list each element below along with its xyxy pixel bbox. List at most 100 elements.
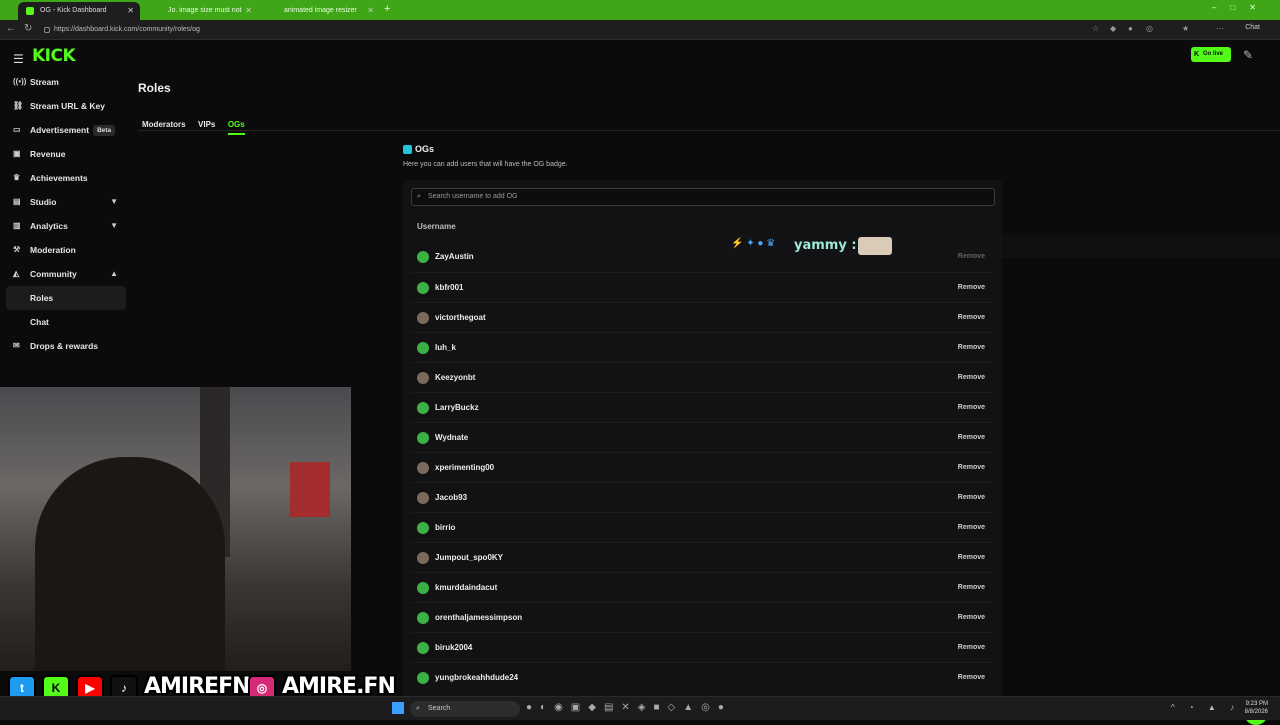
remove-button[interactable]: Remove	[958, 423, 985, 453]
table-row: yungbrokeahhdude24 Remove	[411, 662, 995, 692]
windows-start-icon[interactable]	[392, 702, 404, 714]
username: orenthaljamessimpson	[435, 613, 523, 622]
sidebar-item-analytics[interactable]: ▥ Analytics ▼	[6, 214, 126, 238]
hamburger-menu-icon[interactable]: ☰	[13, 52, 24, 66]
sidebar-item-stream-url-key[interactable]: ⛓ Stream URL & Key	[6, 94, 126, 118]
page-title: Roles	[138, 81, 171, 95]
sidebar-item-advertisement[interactable]: ▭ Advertisement Beta	[6, 118, 126, 142]
menu-icon[interactable]: ⋯	[1216, 24, 1224, 33]
sidebar-item-studio[interactable]: ▤ Studio ▼	[6, 190, 126, 214]
webcam-feed	[0, 387, 351, 671]
avatar	[417, 432, 429, 444]
broadcast-icon: ((•))	[13, 77, 27, 86]
system-tray-icons[interactable]: ^ ◔ ▲ ♪	[1171, 703, 1240, 712]
remove-button[interactable]: Remove	[958, 513, 985, 543]
username: luh_k	[435, 343, 456, 352]
tab-vips[interactable]: VIPs	[198, 118, 215, 135]
remove-button[interactable]: Remove	[958, 633, 985, 663]
avatar	[417, 342, 429, 354]
kick-logo[interactable]: KICK	[32, 46, 76, 66]
remove-button[interactable]: Remove	[958, 663, 985, 693]
search-icon: ⌕	[417, 193, 421, 200]
sidebar-item-drops-rewards[interactable]: ✉ Drops & rewards	[6, 334, 126, 358]
layout-icon: ▤	[13, 197, 21, 206]
chart-icon: ▥	[13, 221, 21, 230]
avatar	[417, 402, 429, 414]
table-row: Jumpout_spo0KY Remove	[411, 542, 995, 572]
remove-button[interactable]: Remove	[958, 273, 985, 303]
username: Jacob93	[435, 493, 468, 502]
table-row: luh_k Remove	[411, 332, 995, 362]
section-title: OGs	[403, 144, 434, 154]
close-icon[interactable]: ✕	[367, 2, 374, 20]
new-tab-icon[interactable]: +	[384, 3, 390, 15]
sidebar-item-roles[interactable]: Roles	[6, 286, 126, 310]
username: kmurddaindacut	[435, 583, 498, 592]
remove-button[interactable]: Remove	[958, 483, 985, 513]
og-badge-icon	[403, 145, 412, 154]
reload-icon[interactable]: ↻	[24, 23, 32, 34]
go-live-button[interactable]: Go live	[1191, 47, 1231, 62]
back-icon[interactable]: ←	[6, 23, 16, 34]
remove-button[interactable]: Remove	[958, 453, 985, 483]
avatar	[417, 672, 429, 684]
wallet-icon: ▣	[13, 149, 21, 158]
clock[interactable]: 9:23 PM 8/8/2026	[1245, 700, 1268, 716]
sidebar-item-moderation[interactable]: ⚒ Moderation	[6, 238, 126, 262]
remove-button[interactable]: Remove	[958, 603, 985, 633]
remove-button[interactable]: Remove	[958, 333, 985, 363]
remove-button[interactable]: Remove	[958, 573, 985, 603]
browser-tab-kick[interactable]: OG - Kick Dashboard ✕	[18, 2, 140, 20]
chevron-up-icon: ▲	[110, 269, 118, 278]
username: Wydnate	[435, 433, 469, 442]
table-row: xperimenting00 Remove	[411, 452, 995, 482]
taskbar-app-icons[interactable]: ●◐◉▣◆▤✕◈■◇▲◎●	[526, 702, 732, 713]
column-header-username: Username	[417, 222, 456, 231]
tab-ogs[interactable]: OGs	[227, 118, 245, 135]
table-row: orenthaljamessimpson Remove	[411, 602, 995, 632]
extension-icon[interactable]: ◎	[1146, 24, 1153, 33]
close-icon[interactable]: ✕	[127, 2, 134, 20]
table-row: Jacob93 Remove	[411, 482, 995, 512]
sidebar-item-chat[interactable]: Chat	[6, 310, 126, 334]
browser-tab-image-size[interactable]: Jo. image size must not exceed 5 ✕	[146, 2, 258, 32]
roles-tabs: Moderators VIPs OGs	[138, 114, 1280, 135]
extension-icon[interactable]: ●	[1128, 24, 1133, 33]
sidebar-item-stream[interactable]: ((•)) Stream	[6, 70, 126, 94]
bookmark-icon[interactable]: ☆	[1092, 24, 1099, 33]
address-bar-row: ← ↻ https://dashboard.kick.com/community…	[0, 20, 1280, 40]
url-field[interactable]: https://dashboard.kick.com/community/rol…	[40, 23, 1080, 37]
chevron-down-icon: ▼	[110, 197, 118, 206]
remove-button[interactable]: Remove	[958, 303, 985, 333]
sidebar-item-community[interactable]: ◭ Community ▲	[6, 262, 126, 286]
sidebar-item-revenue[interactable]: ▣ Revenue	[6, 142, 126, 166]
extension-icon[interactable]: ◆	[1110, 24, 1116, 33]
search-icon: ⌕	[416, 705, 420, 712]
kick-favicon-icon	[26, 7, 34, 15]
remove-button[interactable]: Remove	[958, 363, 985, 393]
avatar	[417, 612, 429, 624]
chat-button[interactable]: Chat	[1245, 24, 1260, 31]
table-row: kmurddaindacut Remove	[411, 572, 995, 602]
hammer-icon: ⚒	[13, 245, 21, 254]
browser-tab-resizer[interactable]: animated image resizer ✕	[262, 2, 380, 20]
browser-tab-bar: OG - Kick Dashboard ✕ Jo. image size mus…	[0, 0, 1280, 32]
star-icon[interactable]: ★	[1182, 24, 1189, 33]
chevron-down-icon: ▼	[110, 221, 118, 230]
table-row: LarryBuckz Remove	[411, 392, 995, 422]
tab-moderators[interactable]: Moderators	[142, 118, 186, 135]
sidebar-nav: ((•)) Stream ⛓ Stream URL & Key ▭ Advertise…	[6, 70, 126, 358]
search-input[interactable]: ⌕ Search username to add OG	[411, 188, 995, 206]
sidebar-item-achievements[interactable]: ♛ Achievements	[6, 166, 126, 190]
taskbar-search[interactable]: ⌕ Search	[410, 701, 520, 717]
remove-button[interactable]: Remove	[958, 543, 985, 573]
close-icon[interactable]: ✕	[245, 2, 252, 20]
windows-taskbar: ⌕ Search ●◐◉▣◆▤✕◈■◇▲◎● ^ ◔ ▲ ♪ 9:23 PM 8…	[0, 696, 1280, 720]
remove-button[interactable]: Remove	[958, 393, 985, 423]
user-menu-icon[interactable]: ✎	[1243, 48, 1253, 62]
avatar	[417, 552, 429, 564]
table-row: birrio Remove	[411, 512, 995, 542]
username: xperimenting00	[435, 463, 495, 472]
monitor-icon: ▭	[13, 125, 21, 134]
window-controls[interactable]: –□✕	[1212, 3, 1270, 12]
